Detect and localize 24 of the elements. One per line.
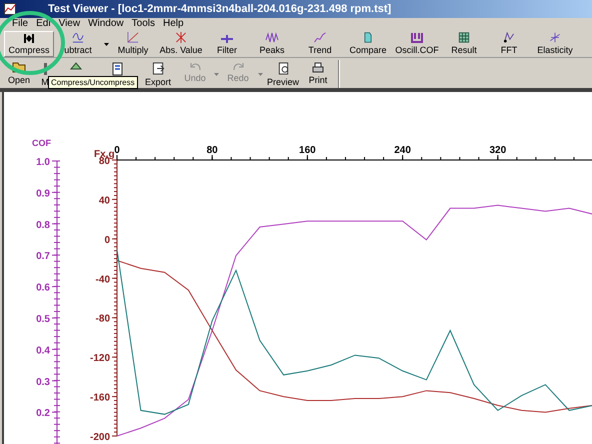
axis-tick-label: 0.9 <box>36 188 50 200</box>
y-tick-label: -160 <box>90 392 110 404</box>
x-tick-label: 160 <box>299 145 316 156</box>
x-tick-label: 80 <box>206 145 218 156</box>
axis-tick-label: 0.6 <box>36 282 50 294</box>
axis-tick-label: 0.2 <box>36 408 50 420</box>
axis-tick-label: 0.4 <box>36 345 50 356</box>
x-tick-label: 0 <box>114 145 120 156</box>
y-tick-label: 0 <box>104 234 110 246</box>
axis-tick-label: 1.0 <box>36 157 50 168</box>
axis-tick-label: 0.8 <box>36 220 50 231</box>
window-title: Test Viewer - [loc1-2mmr-4mmsi3n4ball-204.016g-231.498 rpm.tst] <box>48 2 392 17</box>
x-tick-label: 320 <box>489 145 506 156</box>
y-tick-label: -80 <box>96 314 110 325</box>
tooltip: Compress/Uncompress <box>48 76 138 89</box>
y-tick-label: -40 <box>96 274 110 286</box>
axis-tick-label: 0.3 <box>36 376 50 388</box>
y-tick-label: -120 <box>90 353 110 364</box>
axis-tick-label: 0.5 <box>36 314 50 325</box>
axis-title: COF <box>32 138 51 148</box>
y-tick-label: 40 <box>98 195 110 206</box>
axis-tick-label: 0.7 <box>36 251 50 262</box>
x-tick-label: 240 <box>394 145 411 156</box>
y-tick-label: -200 <box>90 432 110 443</box>
